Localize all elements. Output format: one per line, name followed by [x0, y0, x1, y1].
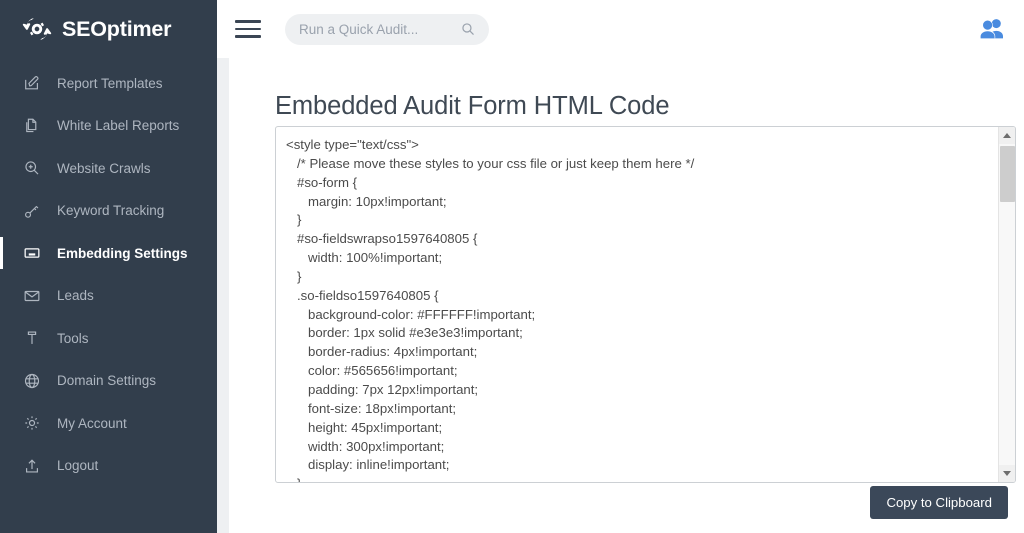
sidebar-item-logout[interactable]: Logout: [0, 445, 217, 488]
sidebar-item-label: Embedding Settings: [57, 246, 188, 261]
sidebar-item-tools[interactable]: Tools: [0, 317, 217, 360]
users-people-icon[interactable]: [976, 17, 1006, 41]
sidebar-item-domain-settings[interactable]: Domain Settings: [0, 360, 217, 403]
hamburger-bar: [235, 28, 261, 31]
hamburger-bar: [235, 35, 261, 38]
app-root: SEOptimer Report Templates White Label R…: [0, 0, 1024, 533]
globe-icon: [22, 371, 41, 390]
scrollbar-thumb[interactable]: [1000, 146, 1015, 202]
content-area: Run a Quick Audit... Emb: [217, 0, 1024, 533]
sidebar-item-my-account[interactable]: My Account: [0, 402, 217, 445]
scrollbar[interactable]: [998, 127, 1015, 482]
sidebar-item-label: Leads: [57, 288, 94, 303]
sidebar-item-label: Keyword Tracking: [57, 203, 164, 218]
hamburger-bar: [235, 20, 261, 23]
chevron-up-icon: [1003, 133, 1011, 138]
sidebar-item-label: Website Crawls: [57, 161, 151, 176]
sidebar-item-report-templates[interactable]: Report Templates: [0, 62, 217, 105]
embed-card-icon: [22, 244, 41, 263]
brand-name: SEOptimer: [62, 17, 171, 42]
hammer-icon: [22, 329, 41, 348]
scrollbar-down-button[interactable]: [999, 465, 1015, 482]
pencil-square-icon: [22, 74, 41, 93]
key-icon: [22, 201, 41, 220]
sidebar-item-label: Tools: [57, 331, 89, 346]
sidebar-item-label: Logout: [57, 458, 98, 473]
sidebar-item-white-label-reports[interactable]: White Label Reports: [0, 105, 217, 148]
sidebar-item-label: Domain Settings: [57, 373, 156, 388]
brand-logo[interactable]: SEOptimer: [0, 0, 217, 58]
main-panel: Embedded Audit Form HTML Code <style typ…: [229, 58, 1024, 533]
gear-arrows-icon: [22, 14, 52, 44]
code-textarea[interactable]: <style type="text/css"> /* Please move t…: [275, 126, 1016, 483]
sidebar-item-keyword-tracking[interactable]: Keyword Tracking: [0, 190, 217, 233]
sidebar-item-website-crawls[interactable]: Website Crawls: [0, 147, 217, 190]
page-title: Embedded Audit Form HTML Code: [275, 92, 1024, 121]
scrollbar-up-button[interactable]: [999, 127, 1015, 144]
chevron-down-icon: [1003, 471, 1011, 476]
sidebar-item-embedding-settings[interactable]: Embedding Settings: [0, 232, 217, 275]
search-icon[interactable]: [461, 22, 475, 36]
sidebar: SEOptimer Report Templates White Label R…: [0, 0, 217, 533]
magnifier-plus-icon: [22, 159, 41, 178]
sidebar-nav: Report Templates White Label Reports Web…: [0, 58, 217, 487]
sidebar-item-label: Report Templates: [57, 76, 163, 91]
sidebar-item-leads[interactable]: Leads: [0, 275, 217, 318]
sidebar-item-label: White Label Reports: [57, 118, 179, 133]
topbar: Run a Quick Audit...: [217, 0, 1024, 58]
search-placeholder: Run a Quick Audit...: [299, 22, 461, 37]
hamburger-icon[interactable]: [235, 18, 261, 40]
sidebar-item-label: My Account: [57, 416, 127, 431]
logout-upload-icon: [22, 456, 41, 475]
documents-copy-icon: [22, 116, 41, 135]
search-input[interactable]: Run a Quick Audit...: [285, 14, 489, 45]
gear-icon: [22, 414, 41, 433]
copy-to-clipboard-button[interactable]: Copy to Clipboard: [870, 486, 1008, 519]
code-content[interactable]: <style type="text/css"> /* Please move t…: [276, 127, 998, 482]
envelope-icon: [22, 286, 41, 305]
